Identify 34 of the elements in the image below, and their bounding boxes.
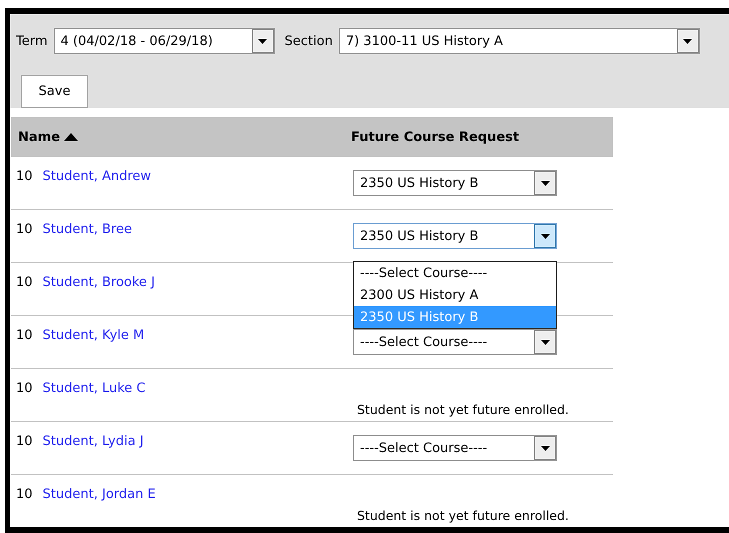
caret-down-icon (540, 340, 550, 344)
term-select[interactable]: 4 (04/02/18 - 06/29/18) (54, 28, 275, 54)
grade-cell: 10 (16, 169, 33, 185)
student-link[interactable]: Student, Bree (42, 222, 132, 238)
course-select[interactable]: 2350 US History B (353, 223, 557, 249)
section-select[interactable]: 7) 3100-11 US History A (338, 28, 700, 54)
student-link[interactable]: Student, Brooke J (42, 275, 155, 291)
column-header[interactable]: Future Course Request (351, 130, 613, 144)
caret-down-icon (540, 234, 550, 238)
student-link[interactable]: Student, Kyle M (42, 328, 144, 344)
grade-cell: 10 (16, 434, 33, 450)
term-label: Term (16, 34, 48, 48)
column-header[interactable]: Name (11, 130, 351, 144)
student-link[interactable]: Student, Andrew (42, 169, 152, 185)
grade-cell: 10 (16, 275, 33, 291)
caret-down-icon (540, 446, 550, 450)
grade-cell: 10 (16, 222, 33, 238)
course-select[interactable]: ----Select Course---- (353, 329, 557, 355)
sort-ascending-icon (64, 133, 78, 141)
student-link[interactable]: Student, Luke C (42, 381, 146, 397)
caret-down-icon (540, 180, 550, 186)
student-link[interactable]: Student, Lydia J (42, 434, 144, 450)
grade-cell: 10 (16, 487, 33, 503)
enrollment-message: Student is not yet future enrolled. (357, 508, 569, 523)
course-select[interactable]: ----Select Course---- (353, 435, 557, 461)
student-link[interactable]: Student, Jordan E (42, 487, 156, 503)
caret-down-icon (683, 38, 692, 44)
grade-cell: 10 (16, 381, 33, 397)
grade-cell: 10 (16, 328, 33, 344)
save-button[interactable]: Save (21, 75, 88, 108)
course-select[interactable]: 2350 US History B (353, 170, 557, 196)
section-label: Section (284, 34, 333, 48)
enrollment-message: Student is not yet future enrolled. (357, 402, 569, 417)
caret-down-icon (258, 38, 268, 44)
